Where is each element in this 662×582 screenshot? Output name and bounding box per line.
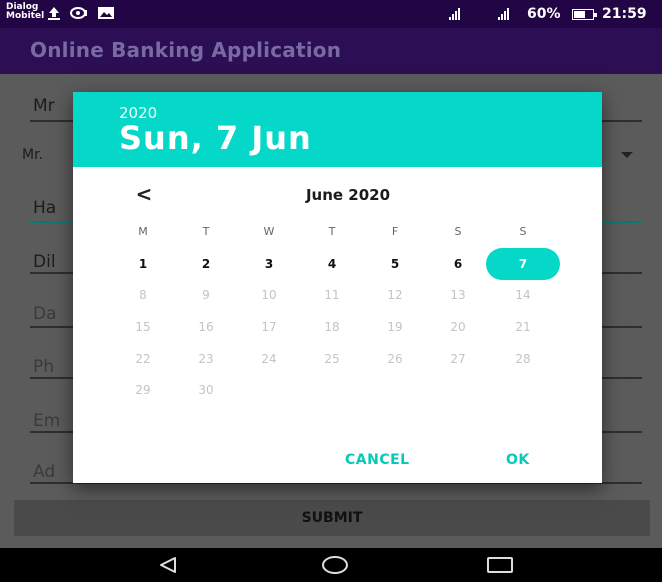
calendar-day: 11 (324, 288, 340, 302)
calendar-day: 19 (387, 320, 403, 334)
calendar-day: 29 (135, 383, 151, 397)
surname-field-text[interactable]: Dil (33, 252, 56, 272)
calendar-day-selected[interactable]: 7 (486, 248, 560, 280)
address-field-hint[interactable]: Ad (33, 462, 55, 482)
calendar-day: 26 (387, 352, 403, 366)
month-label: June 2020 (305, 186, 391, 204)
ok-button[interactable]: OK (506, 452, 530, 468)
battery-icon (572, 9, 597, 20)
calendar-day: 25 (324, 352, 340, 366)
calendar-day: 13 (450, 288, 466, 302)
calendar-day: 9 (202, 288, 210, 302)
calendar-day: 14 (515, 288, 531, 302)
weekday-label: W (263, 225, 275, 238)
calendar-day[interactable]: 2 (186, 249, 226, 279)
date-field-hint[interactable]: Da (33, 304, 57, 324)
weekday-label: T (328, 225, 336, 238)
calendar-day: 27 (450, 352, 466, 366)
calendar-day: 17 (261, 320, 277, 334)
upload-icon (46, 6, 62, 24)
spinner-dropdown-icon[interactable] (621, 152, 633, 158)
navigation-bar (0, 548, 662, 582)
weekday-label: M (138, 225, 148, 238)
signal-icon-2 (498, 8, 509, 20)
app-bar: Online Banking Application (0, 28, 662, 74)
weekday-label: F (391, 225, 399, 238)
calendar-day[interactable]: 1 (123, 249, 163, 279)
date-picker-header: 2020 Sun, 7 Jun (73, 92, 602, 167)
signal-icon (449, 8, 460, 20)
previous-month-button[interactable]: < (133, 183, 155, 205)
weekday-label: T (202, 225, 210, 238)
title-spinner[interactable]: Mr. (22, 147, 43, 163)
calendar-day: 20 (450, 320, 466, 334)
selected-date[interactable]: Sun, 7 Jun (119, 119, 312, 157)
month-navigation: < June 2020 (73, 184, 602, 206)
back-icon[interactable] (159, 556, 177, 574)
calendar-day: 16 (198, 320, 214, 334)
sync-icon (70, 6, 88, 24)
status-bar: Dialog Mobitel 60% 21:59 (0, 0, 662, 28)
recents-icon[interactable] (487, 557, 513, 573)
title-field-text[interactable]: Mr (33, 96, 55, 116)
clock: 21:59 (602, 6, 647, 22)
calendar-day: 12 (387, 288, 403, 302)
calendar-day: 22 (135, 352, 151, 366)
calendar-day[interactable]: 3 (249, 249, 289, 279)
carrier-line-2: Mobitel (6, 11, 45, 21)
calendar-day[interactable]: 4 (312, 249, 352, 279)
calendar-day[interactable]: 6 (438, 249, 478, 279)
calendar-day[interactable]: 5 (375, 249, 415, 279)
calendar-day: 30 (198, 383, 214, 397)
cancel-button[interactable]: CANCEL (345, 452, 410, 468)
app-title: Online Banking Application (30, 38, 342, 62)
calendar-day: 21 (515, 320, 531, 334)
submit-button[interactable]: SUBMIT (14, 500, 650, 536)
calendar-day: 18 (324, 320, 340, 334)
calendar-day: 28 (515, 352, 531, 366)
carrier-name: Dialog Mobitel (6, 3, 44, 21)
calendar-day: 8 (139, 288, 147, 302)
calendar-day: 24 (261, 352, 277, 366)
calendar-day: 23 (198, 352, 214, 366)
name-field-text[interactable]: Ha (33, 198, 56, 218)
email-field-hint[interactable]: Em (33, 411, 60, 431)
date-picker-dialog: 2020 Sun, 7 Jun < June 2020 MTWTFSS 1234… (73, 92, 602, 483)
image-icon (97, 6, 115, 24)
calendar-day: 15 (135, 320, 151, 334)
calendar-day: 10 (261, 288, 277, 302)
battery-percent: 60% (527, 6, 561, 22)
home-icon[interactable] (322, 556, 348, 574)
weekday-label: S (454, 225, 462, 238)
weekday-label: S (519, 225, 527, 238)
phone-field-hint[interactable]: Ph (33, 357, 54, 377)
